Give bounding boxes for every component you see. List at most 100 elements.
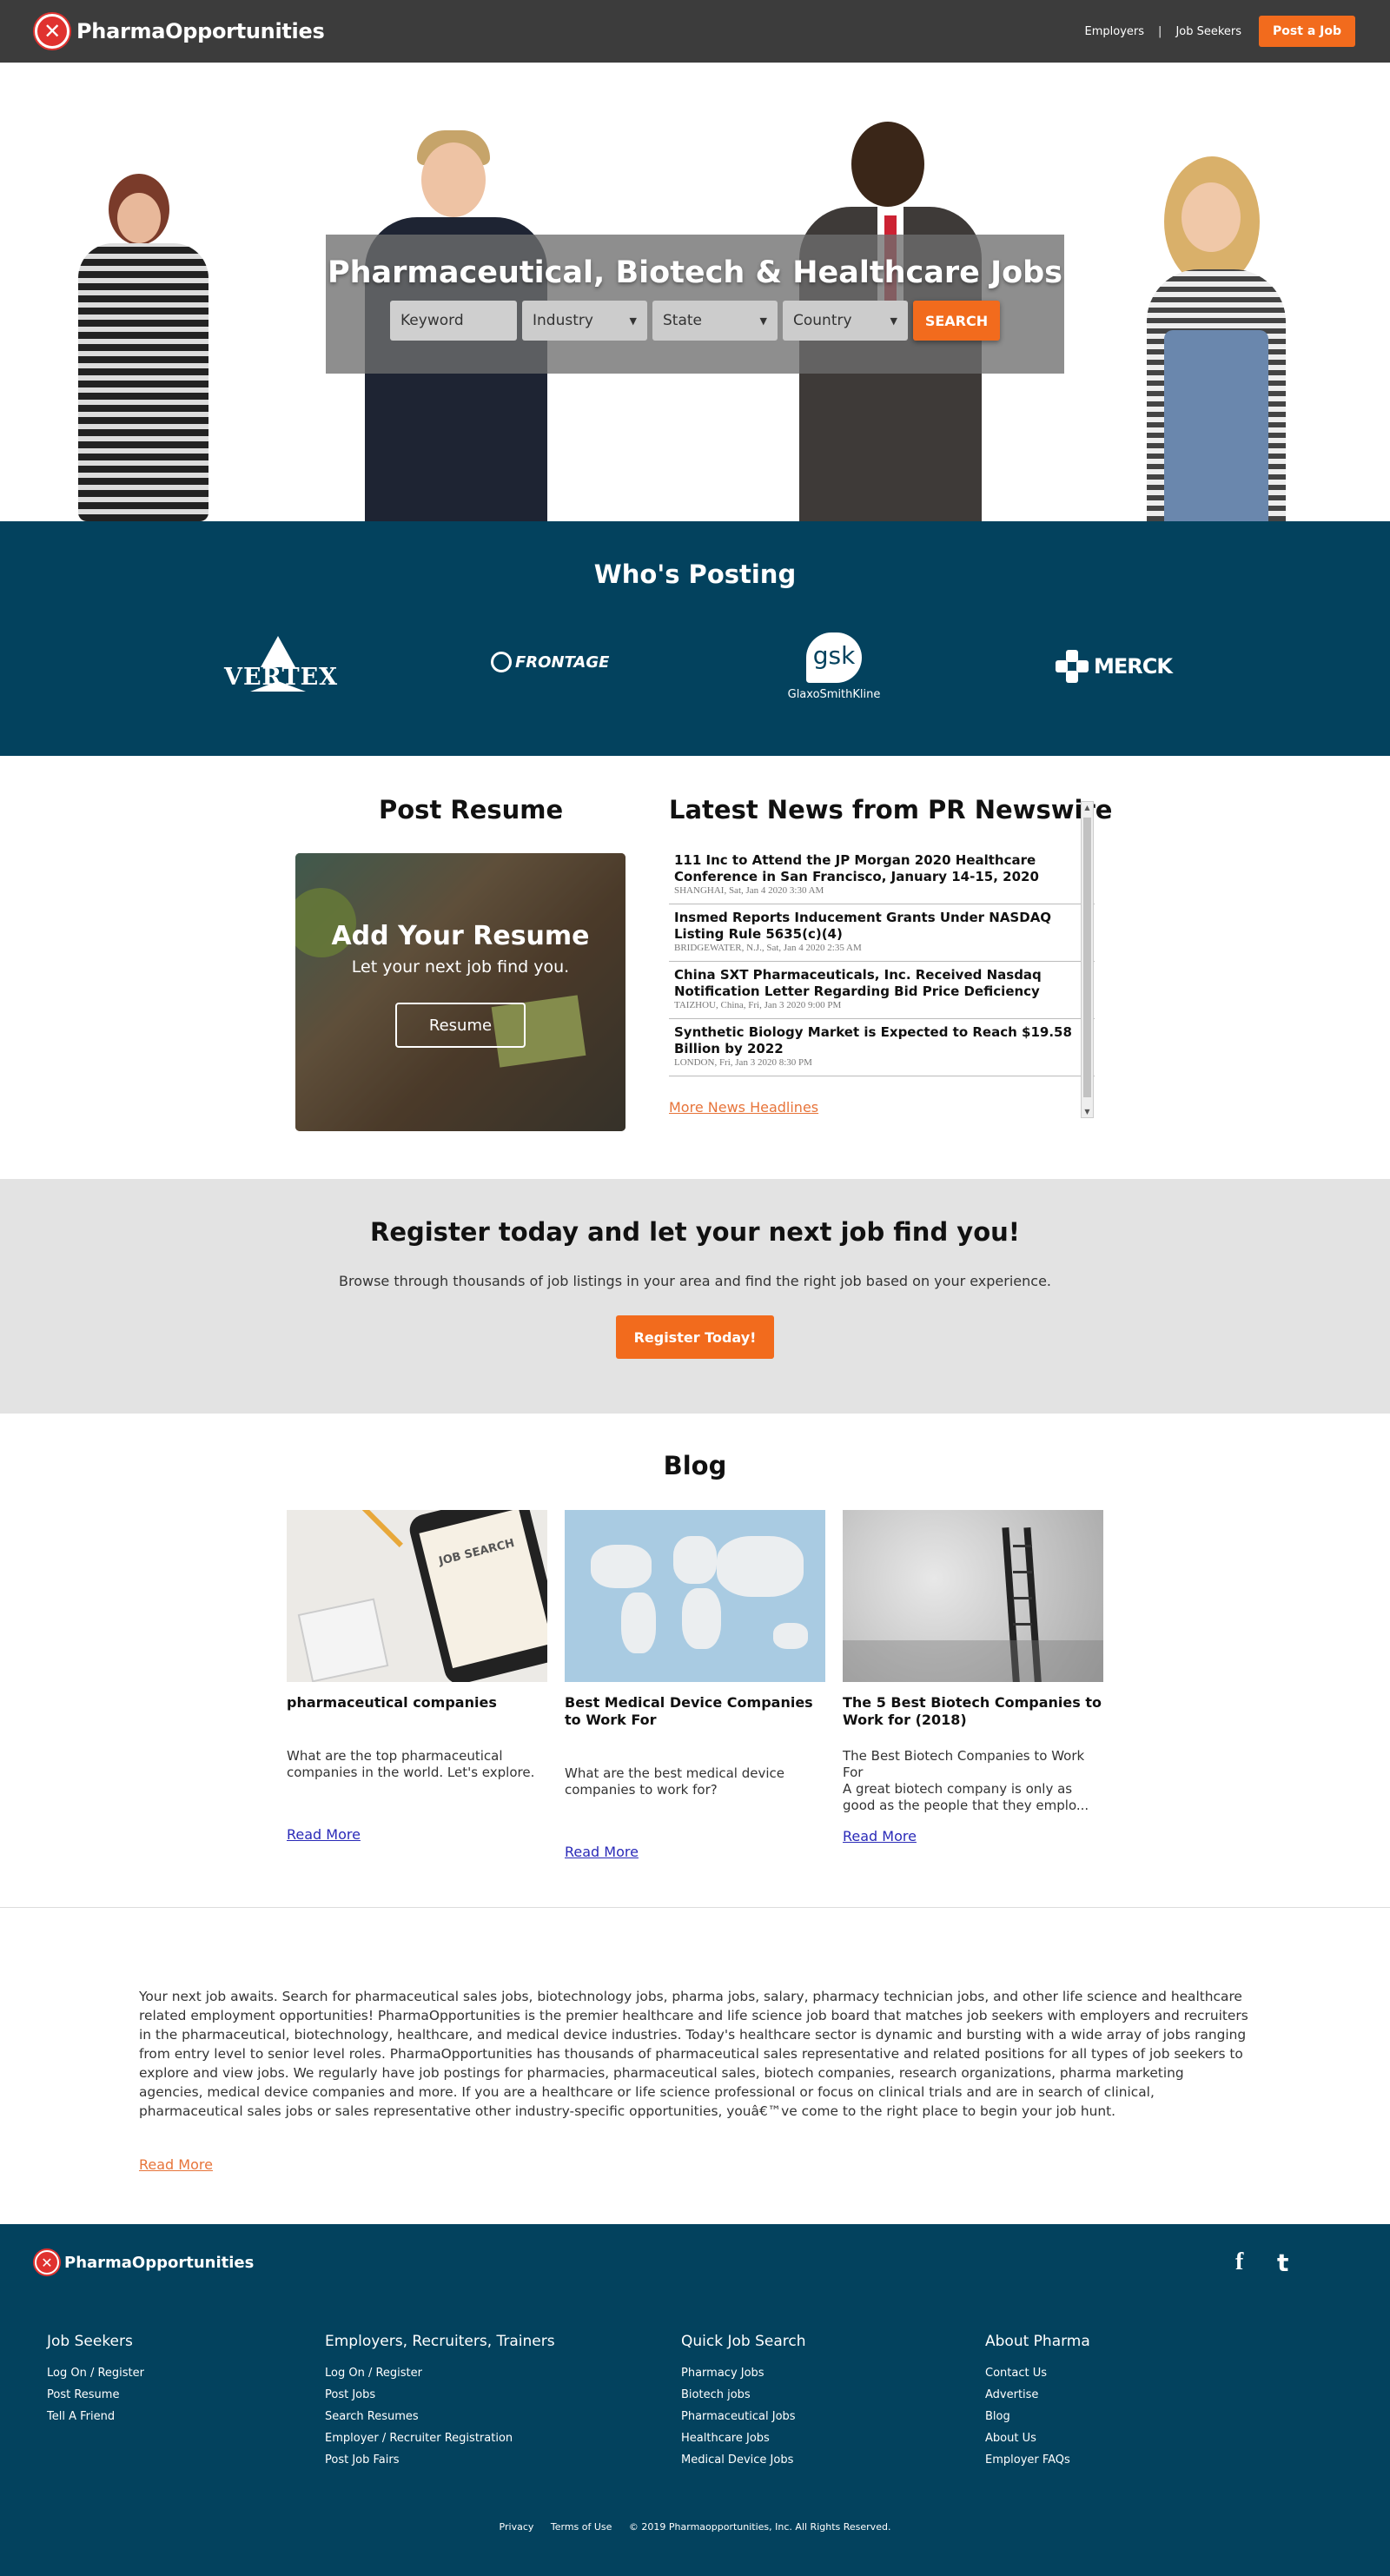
news-scrollbar[interactable]: ▲ ▼ [1081, 801, 1094, 1118]
post-job-button[interactable]: Post a Job [1259, 16, 1355, 47]
more-news-link[interactable]: More News Headlines [669, 1099, 818, 1116]
footer-link[interactable]: Pharmaceutical Jobs [681, 2406, 806, 2427]
footer-link[interactable]: Advertise [985, 2384, 1090, 2406]
nav-job-seekers-link[interactable]: Job Seekers [1175, 25, 1241, 38]
read-more-link[interactable]: Read More [843, 1828, 917, 1844]
search-form: Keyword Industry ▼ State ▼ Country ▼ SEARCH [326, 301, 1064, 341]
vertex-logo[interactable]: VERTEX [224, 634, 337, 699]
whos-posting-section: Who's Posting VERTEX FRONTAGE gsk GlaxoS… [0, 521, 1390, 756]
add-resume-card[interactable]: Add Your Resume Let your next job find y… [295, 853, 626, 1131]
news-item[interactable]: Insmed Reports Inducement Grants Under N… [669, 904, 1095, 962]
nav-separator: | [1158, 24, 1162, 38]
header-nav: Employers | Job Seekers Post a Job [1085, 16, 1355, 47]
merck-emblem-icon [1056, 650, 1089, 683]
blog-post-title[interactable]: pharmaceutical companies [287, 1694, 547, 1712]
footer-link[interactable]: Search Resumes [325, 2406, 555, 2427]
news-item[interactable]: China SXT Pharmaceuticals, Inc. Received… [669, 962, 1095, 1019]
merck-logo[interactable]: MERCK [1056, 650, 1177, 683]
footer-column-job-seekers: Job Seekers Log On / Register Post Resum… [47, 2333, 144, 2427]
search-button[interactable]: SEARCH [913, 301, 1000, 341]
privacy-link[interactable]: Privacy [500, 2521, 534, 2533]
resume-card-title: Add Your Resume [331, 921, 590, 951]
footer-link[interactable]: Medical Device Jobs [681, 2449, 806, 2471]
news-item[interactable]: 111 Inc to Attend the JP Morgan 2020 Hea… [669, 847, 1095, 904]
blog-image-pill-map[interactable] [565, 1510, 825, 1682]
footer-column-employers: Employers, Recruiters, Trainers Log On /… [325, 2333, 555, 2471]
blog-post-title[interactable]: Best Medical Device Companies to Work Fo… [565, 1694, 825, 1729]
footer-link[interactable]: Employer FAQs [985, 2449, 1090, 2471]
state-select[interactable]: State ▼ [652, 301, 778, 341]
scroll-up-arrow-icon[interactable]: ▲ [1082, 804, 1093, 811]
gsk-logo[interactable]: gsk GlaxoSmithKline [782, 632, 886, 701]
post-resume-title: Post Resume [379, 795, 564, 824]
footer-link[interactable]: Employer / Recruiter Registration [325, 2427, 555, 2449]
footer-link[interactable]: Log On / Register [325, 2362, 555, 2384]
seo-read-more-link[interactable]: Read More [139, 2156, 213, 2173]
top-navbar: ✕ PharmaOpportunities Employers | Job Se… [0, 0, 1390, 63]
footer-link[interactable]: Contact Us [985, 2362, 1090, 2384]
frontage-logo[interactable]: FRONTAGE [491, 652, 621, 672]
footer-column-about: About Pharma Contact Us Advertise Blog A… [985, 2333, 1090, 2471]
register-section: Register today and let your next job fin… [0, 1179, 1390, 1414]
frontage-swirl-icon [491, 652, 512, 672]
blog-card: JOB SEARCH pharmaceutical companies What… [287, 1510, 547, 1843]
twitter-icon[interactable]: t [1277, 2248, 1288, 2277]
dropdown-caret-icon: ▼ [629, 315, 637, 327]
scrollbar-thumb[interactable] [1083, 818, 1091, 1097]
blog-post-excerpt: The Best Biotech Companies to Work For A… [843, 1748, 1089, 1813]
job-search-panel: Pharmaceutical, Biotech & Healthcare Job… [326, 235, 1064, 374]
section-divider [0, 1907, 1390, 1908]
footer-link[interactable]: Healthcare Jobs [681, 2427, 806, 2449]
footer-link[interactable]: Post Job Fairs [325, 2449, 555, 2471]
footer-link[interactable]: Tell A Friend [47, 2406, 144, 2427]
footer-link[interactable]: Biotech jobs [681, 2384, 806, 2406]
footer-column-quick-job-search: Quick Job Search Pharmacy Jobs Biotech j… [681, 2333, 806, 2471]
footer-link[interactable]: Pharmacy Jobs [681, 2362, 806, 2384]
blog-card: The 5 Best Biotech Companies to Work for… [843, 1510, 1103, 1844]
footer-bottom-bar: Privacy Terms of Use © 2019 Pharmaopport… [0, 2521, 1390, 2533]
register-text: Browse through thousands of job listings… [338, 1273, 1052, 1289]
news-feed[interactable]: 111 Inc to Attend the JP Morgan 2020 Hea… [669, 847, 1095, 1118]
footer-link[interactable]: Log On / Register [47, 2362, 144, 2384]
scroll-down-arrow-icon[interactable]: ▼ [1082, 1108, 1093, 1116]
resume-button[interactable]: Resume [395, 1003, 526, 1048]
seo-paragraph: Your next job awaits. Search for pharmac… [139, 1989, 1248, 2119]
site-logo[interactable]: ✕ PharmaOpportunities [35, 14, 325, 49]
register-title: Register today and let your next job fin… [369, 1217, 1020, 1247]
hero-person-woman-overalls [1095, 156, 1373, 521]
copyright-text: © 2019 Pharmaopportunities, Inc. All Rig… [628, 2521, 891, 2533]
nav-employers-link[interactable]: Employers [1085, 25, 1145, 38]
logo-cross-icon: ✕ [35, 2250, 59, 2275]
terms-link[interactable]: Terms of Use [551, 2521, 612, 2533]
facebook-icon[interactable]: f [1235, 2248, 1243, 2276]
hero-person-woman-dress [61, 174, 226, 521]
footer-logo[interactable]: ✕ PharmaOpportunities [35, 2250, 254, 2275]
register-button[interactable]: Register Today! [616, 1315, 774, 1359]
news-title: Latest News from PR Newswire [669, 795, 1113, 824]
keyword-input[interactable]: Keyword [390, 301, 517, 341]
footer-link[interactable]: About Us [985, 2427, 1090, 2449]
hero-title: Pharmaceutical, Biotech & Healthcare Job… [327, 255, 1063, 290]
resume-card-subtitle: Let your next job find you. [351, 957, 570, 977]
brand-name: PharmaOpportunities [76, 19, 325, 43]
read-more-link[interactable]: Read More [565, 1844, 639, 1860]
read-more-link[interactable]: Read More [287, 1826, 361, 1843]
blog-title: Blog [663, 1451, 727, 1480]
section-title: Who's Posting [593, 560, 797, 589]
industry-select[interactable]: Industry ▼ [522, 301, 647, 341]
footer-link[interactable]: Post Resume [47, 2384, 144, 2406]
footer-link[interactable]: Blog [985, 2406, 1090, 2427]
country-select[interactable]: Country ▼ [783, 301, 908, 341]
dropdown-caret-icon: ▼ [759, 315, 767, 327]
blog-post-excerpt: What are the top pharmaceutical companie… [287, 1748, 535, 1780]
site-footer: ✕ PharmaOpportunities f t Job Seekers Lo… [0, 2224, 1390, 2576]
blog-image-phone[interactable]: JOB SEARCH [287, 1510, 547, 1682]
blog-image-pencil-ladder[interactable] [843, 1510, 1103, 1682]
logo-cross-icon: ✕ [35, 14, 70, 49]
blog-card: Best Medical Device Companies to Work Fo… [565, 1510, 825, 1860]
gsk-badge-icon: gsk [806, 632, 862, 683]
news-item[interactable]: Synthetic Biology Market is Expected to … [669, 1019, 1095, 1076]
footer-link[interactable]: Post Jobs [325, 2384, 555, 2406]
hero-banner: Pharmaceutical, Biotech & Healthcare Job… [0, 63, 1390, 521]
blog-post-title[interactable]: The 5 Best Biotech Companies to Work for… [843, 1694, 1103, 1729]
